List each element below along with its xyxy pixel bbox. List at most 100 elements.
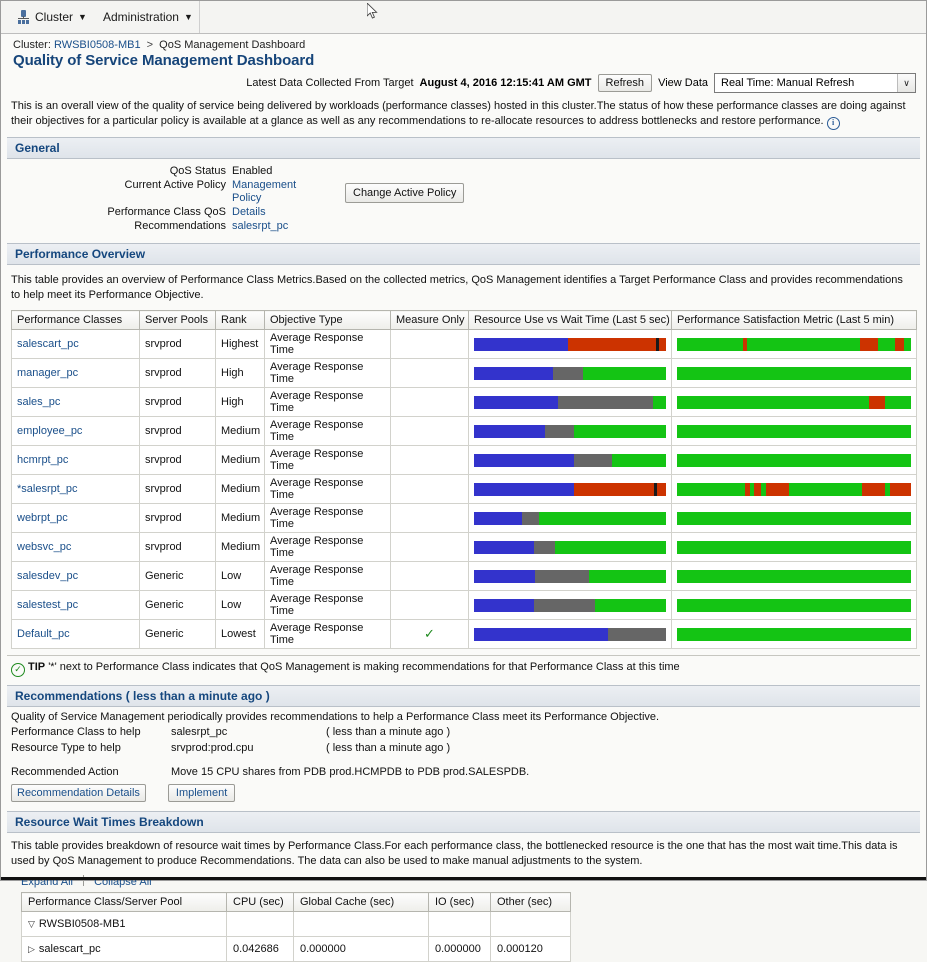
cell-psm-bar [671, 619, 917, 649]
bar-segment [474, 540, 534, 554]
cell-measure-only: ✓ [390, 619, 469, 649]
cell-resource-use-bar [468, 503, 672, 533]
bar-segment [677, 395, 869, 409]
chevron-down-icon[interactable]: ∨ [897, 74, 915, 92]
breadcrumb-current: QoS Management Dashboard [159, 39, 306, 51]
col-psm[interactable]: Performance Satisfaction Metric (Last 5 … [671, 310, 917, 330]
performance-class-qos-details-link[interactable]: Details [232, 206, 266, 218]
perf-class-to-help-label: Performance Class to help [11, 726, 141, 738]
bar-segment [474, 511, 522, 525]
bar-segment [652, 395, 666, 409]
table-row: salestest_pc Generic Low Average Response T… [11, 590, 917, 620]
performance-class-link[interactable]: salestest_pc [17, 599, 78, 611]
col-performance-classes[interactable]: Performance Classes [11, 310, 140, 330]
cell-objective-type: Average Response Time [264, 561, 391, 591]
cell-resource-use-bar-chart [474, 337, 666, 351]
info-icon[interactable]: i [826, 117, 840, 130]
mouse-cursor-icon [367, 3, 378, 19]
performance-class-link[interactable]: manager_pc [17, 367, 78, 379]
recommendation-details-button[interactable]: Recommendation Details [11, 784, 146, 802]
performance-class-link[interactable]: websvc_pc [17, 541, 71, 553]
bar-segment [677, 627, 911, 641]
bar-segment [474, 482, 574, 496]
refresh-button[interactable]: Refresh [597, 74, 653, 92]
col-rank[interactable]: Rank [215, 310, 265, 330]
bar-segment [789, 482, 862, 496]
performance-class-link[interactable]: webrpt_pc [17, 512, 68, 524]
col-cpu-sec[interactable]: CPU (sec) [226, 892, 294, 912]
col-performance-class-server-pool[interactable]: Performance Class/Server Pool [21, 892, 227, 912]
bar-segment [903, 337, 911, 351]
cell-performance-class: salestest_pc [11, 590, 140, 620]
bar-segment [659, 337, 666, 351]
bar-segment [573, 424, 666, 438]
view-data-select[interactable]: Real Time: Manual Refresh ∨ [714, 73, 916, 93]
col-io-sec[interactable]: IO (sec) [428, 892, 491, 912]
bar-segment [594, 598, 666, 612]
resource-wait-description: This table provides breakdown of resourc… [11, 840, 898, 867]
bar-segment [859, 337, 879, 351]
cell-server-pool: srvprod [139, 532, 216, 562]
breadcrumb-cluster-link[interactable]: RWSBI0508-MB1 [54, 39, 141, 51]
cell-measure-only [390, 416, 469, 446]
performance-class-link[interactable]: Default_pc [17, 628, 70, 640]
cell-objective-type: Average Response Time [264, 387, 391, 417]
global-menu-bar: Cluster ▼ Administration ▼ [1, 1, 926, 34]
col-global-cache-sec[interactable]: Global Cache (sec) [293, 892, 429, 912]
cell-rank: Highest [215, 329, 265, 359]
cell-server-pool: srvprod [139, 474, 216, 504]
general-row-perf-class-qos: Performance Class QoS Details [11, 206, 341, 219]
bar-segment [573, 453, 613, 467]
table-row: ▷ salescart_pc 0.042686 0.000000 0.000000 0.0… [21, 936, 571, 962]
cell-global-cache: 0.000000 [293, 936, 429, 962]
general-fields: QoS Status Enabled Current Active Policy… [11, 165, 341, 234]
performance-class-link[interactable]: employee_pc [17, 425, 82, 437]
cell-psm-bar-chart [677, 511, 911, 525]
current-active-policy-label: Current Active Policy [124, 179, 226, 191]
cell-objective-type: Average Response Time [264, 329, 391, 359]
cell-resource-use-bar-chart [474, 511, 666, 525]
page-description-text: This is an overall view of the quality o… [11, 100, 906, 127]
resource-wait-table: Performance Class/Server Pool CPU (sec) … [21, 892, 571, 962]
performance-class-link[interactable]: *salesrpt_pc [17, 483, 78, 495]
menu-administration[interactable]: Administration ▼ [95, 8, 201, 26]
resource-wait-table-body: ▽ RWSBI0508-MB1 ▷ salescart_pc 0.042686 0.000… [21, 911, 571, 962]
cell-psm-bar [671, 358, 917, 388]
cell-resource-use-bar-chart [474, 395, 666, 409]
tree-toggle-icon[interactable]: ▷ [28, 944, 35, 955]
performance-class-link[interactable]: sales_pc [17, 396, 60, 408]
performance-class-link[interactable]: salesdev_pc [17, 570, 78, 582]
cell-measure-only [390, 474, 469, 504]
col-measure-only[interactable]: Measure Only [390, 310, 469, 330]
col-objective-type[interactable]: Objective Type [264, 310, 391, 330]
col-other-sec[interactable]: Other (sec) [490, 892, 571, 912]
cell-measure-only [390, 503, 469, 533]
cell-performance-class: webrpt_pc [11, 503, 140, 533]
cell-server-pool: srvprod [139, 416, 216, 446]
col-server-pools[interactable]: Server Pools [139, 310, 216, 330]
chevron-down-icon: ▼ [78, 11, 87, 22]
bar-segment [677, 482, 745, 496]
cell-io: 0.000000 [428, 936, 491, 962]
change-active-policy-button[interactable]: Change Active Policy [345, 183, 465, 203]
performance-overview-table: Performance Classes Server Pools Rank Ob… [11, 310, 917, 649]
recommendation-row-perf-class: Performance Class to help salesrpt_pc ( … [11, 724, 916, 740]
cell-performance-class-server-pool: ▷ salescart_pc [21, 936, 227, 962]
col-resource-use[interactable]: Resource Use vs Wait Time (Last 5 sec) [468, 310, 672, 330]
performance-class-qos-label: Performance Class QoS [107, 206, 226, 218]
cell-objective-type: Average Response Time [264, 590, 391, 620]
menu-cluster[interactable]: Cluster ▼ [9, 8, 95, 26]
implement-button[interactable]: Implement [167, 784, 236, 802]
cell-objective-type: Average Response Time [264, 474, 391, 504]
recommendations-link[interactable]: salesrpt_pc [232, 220, 288, 232]
cell-objective-type: Average Response Time [264, 358, 391, 388]
cell-performance-class: websvc_pc [11, 532, 140, 562]
performance-class-link[interactable]: salescart_pc [17, 338, 79, 350]
current-active-policy-link[interactable]: Management Policy [232, 179, 296, 204]
cell-resource-use-bar [468, 416, 672, 446]
performance-class-link[interactable]: hcmrpt_pc [17, 454, 68, 466]
qos-status-value: Enabled [232, 165, 273, 177]
tree-toggle-icon[interactable]: ▽ [28, 919, 35, 930]
cell-resource-use-bar-chart [474, 366, 666, 380]
section-header-recommendations: Recommendations ( less than a minute ago… [7, 685, 920, 707]
